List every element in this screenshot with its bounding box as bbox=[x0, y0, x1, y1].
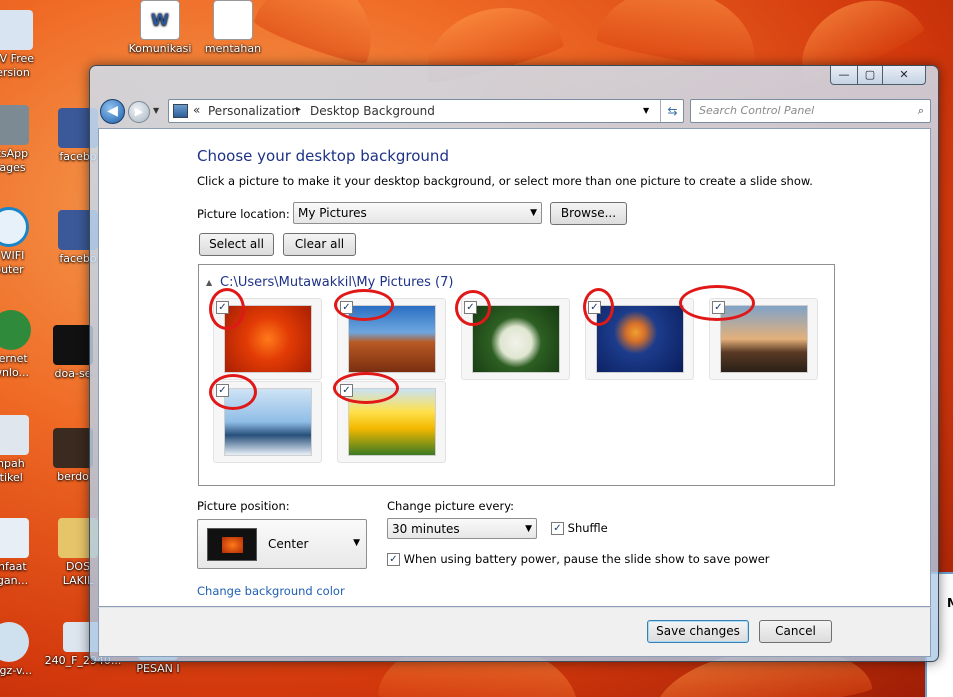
back-button[interactable]: ◀ bbox=[100, 99, 125, 124]
annotation-circle bbox=[209, 374, 257, 410]
desktop-icon-cv[interactable]: CV Free ersion bbox=[0, 10, 56, 80]
breadcrumb-separator[interactable]: ▸ bbox=[296, 104, 301, 115]
breadcrumb-overflow[interactable]: « bbox=[193, 103, 200, 117]
picture-location-select[interactable]: My Pictures ▼ bbox=[293, 202, 542, 224]
group-header[interactable]: C:\Users\Mutawakkil\My Pictures (7) bbox=[220, 275, 453, 290]
page-title: Choose your desktop background bbox=[197, 147, 449, 165]
position-preview-icon bbox=[207, 528, 257, 561]
chevron-down-icon: ▼ bbox=[353, 538, 360, 548]
desktop-icon-mentahan[interactable]: mentahan bbox=[190, 0, 276, 56]
annotation-circle bbox=[583, 288, 614, 326]
page-description: Click a picture to make it your desktop … bbox=[197, 174, 813, 188]
shuffle-checkbox[interactable]: ✓ bbox=[551, 522, 564, 535]
address-bar[interactable]: « Personalization ▸ Desktop Background ▼… bbox=[168, 99, 684, 123]
maximize-button[interactable]: ▢ bbox=[857, 66, 883, 85]
clear-all-button[interactable]: Clear all bbox=[283, 233, 356, 256]
cancel-button[interactable]: Cancel bbox=[759, 620, 832, 643]
close-button[interactable]: ✕ bbox=[882, 66, 926, 85]
search-input[interactable]: Search Control Panel ⌕ bbox=[690, 99, 931, 123]
refresh-icon[interactable]: ⇆ bbox=[660, 100, 684, 122]
control-panel-icon bbox=[173, 104, 188, 118]
breadcrumb-personalization[interactable]: Personalization bbox=[208, 104, 299, 118]
save-changes-button[interactable]: Save changes bbox=[647, 620, 749, 643]
battery-option[interactable]: ✓ When using battery power, pause the sl… bbox=[387, 552, 770, 566]
change-every-label: Change picture every: bbox=[387, 499, 515, 513]
battery-checkbox[interactable]: ✓ bbox=[387, 553, 400, 566]
recent-pages-dropdown[interactable]: ▼ bbox=[153, 106, 159, 115]
annotation-circle bbox=[679, 285, 755, 321]
annotation-circle bbox=[209, 288, 245, 330]
minimize-button[interactable]: — bbox=[830, 66, 858, 85]
arrow-right-icon: ▶ bbox=[134, 105, 144, 118]
forward-button[interactable]: ▶ bbox=[128, 101, 150, 123]
annotation-circle bbox=[455, 290, 491, 326]
annotation-circle bbox=[334, 289, 394, 321]
chevron-down-icon: ▼ bbox=[525, 524, 532, 534]
browse-button[interactable]: Browse... bbox=[550, 202, 627, 225]
select-all-button[interactable]: Select all bbox=[199, 233, 274, 256]
shuffle-option[interactable]: ✓ Shuffle bbox=[551, 521, 608, 535]
annotation-circle bbox=[333, 372, 399, 404]
change-background-color-link[interactable]: Change background color bbox=[197, 584, 345, 598]
footer-bar: Save changes Cancel bbox=[98, 607, 931, 657]
change-every-select[interactable]: 30 minutes ▼ bbox=[387, 518, 537, 539]
picture-position-select[interactable]: Center ▼ bbox=[197, 519, 367, 569]
chevron-down-icon: ▼ bbox=[530, 208, 537, 218]
address-dropdown-icon[interactable]: ▼ bbox=[643, 106, 649, 115]
picture-location-label: Picture location: bbox=[197, 207, 290, 221]
search-icon[interactable]: ⌕ bbox=[918, 100, 924, 122]
desktop-background-window: — ▢ ✕ ◀ ▶ ▼ « Personalization ▸ Desktop … bbox=[89, 65, 939, 662]
picture-position-label: Picture position: bbox=[197, 499, 290, 513]
arrow-left-icon: ◀ bbox=[107, 103, 118, 119]
breadcrumb-desktop-background[interactable]: Desktop Background bbox=[310, 104, 435, 118]
content-pane: Choose your desktop background Click a p… bbox=[98, 128, 931, 607]
collapse-group-icon[interactable]: ▲ bbox=[206, 278, 212, 287]
